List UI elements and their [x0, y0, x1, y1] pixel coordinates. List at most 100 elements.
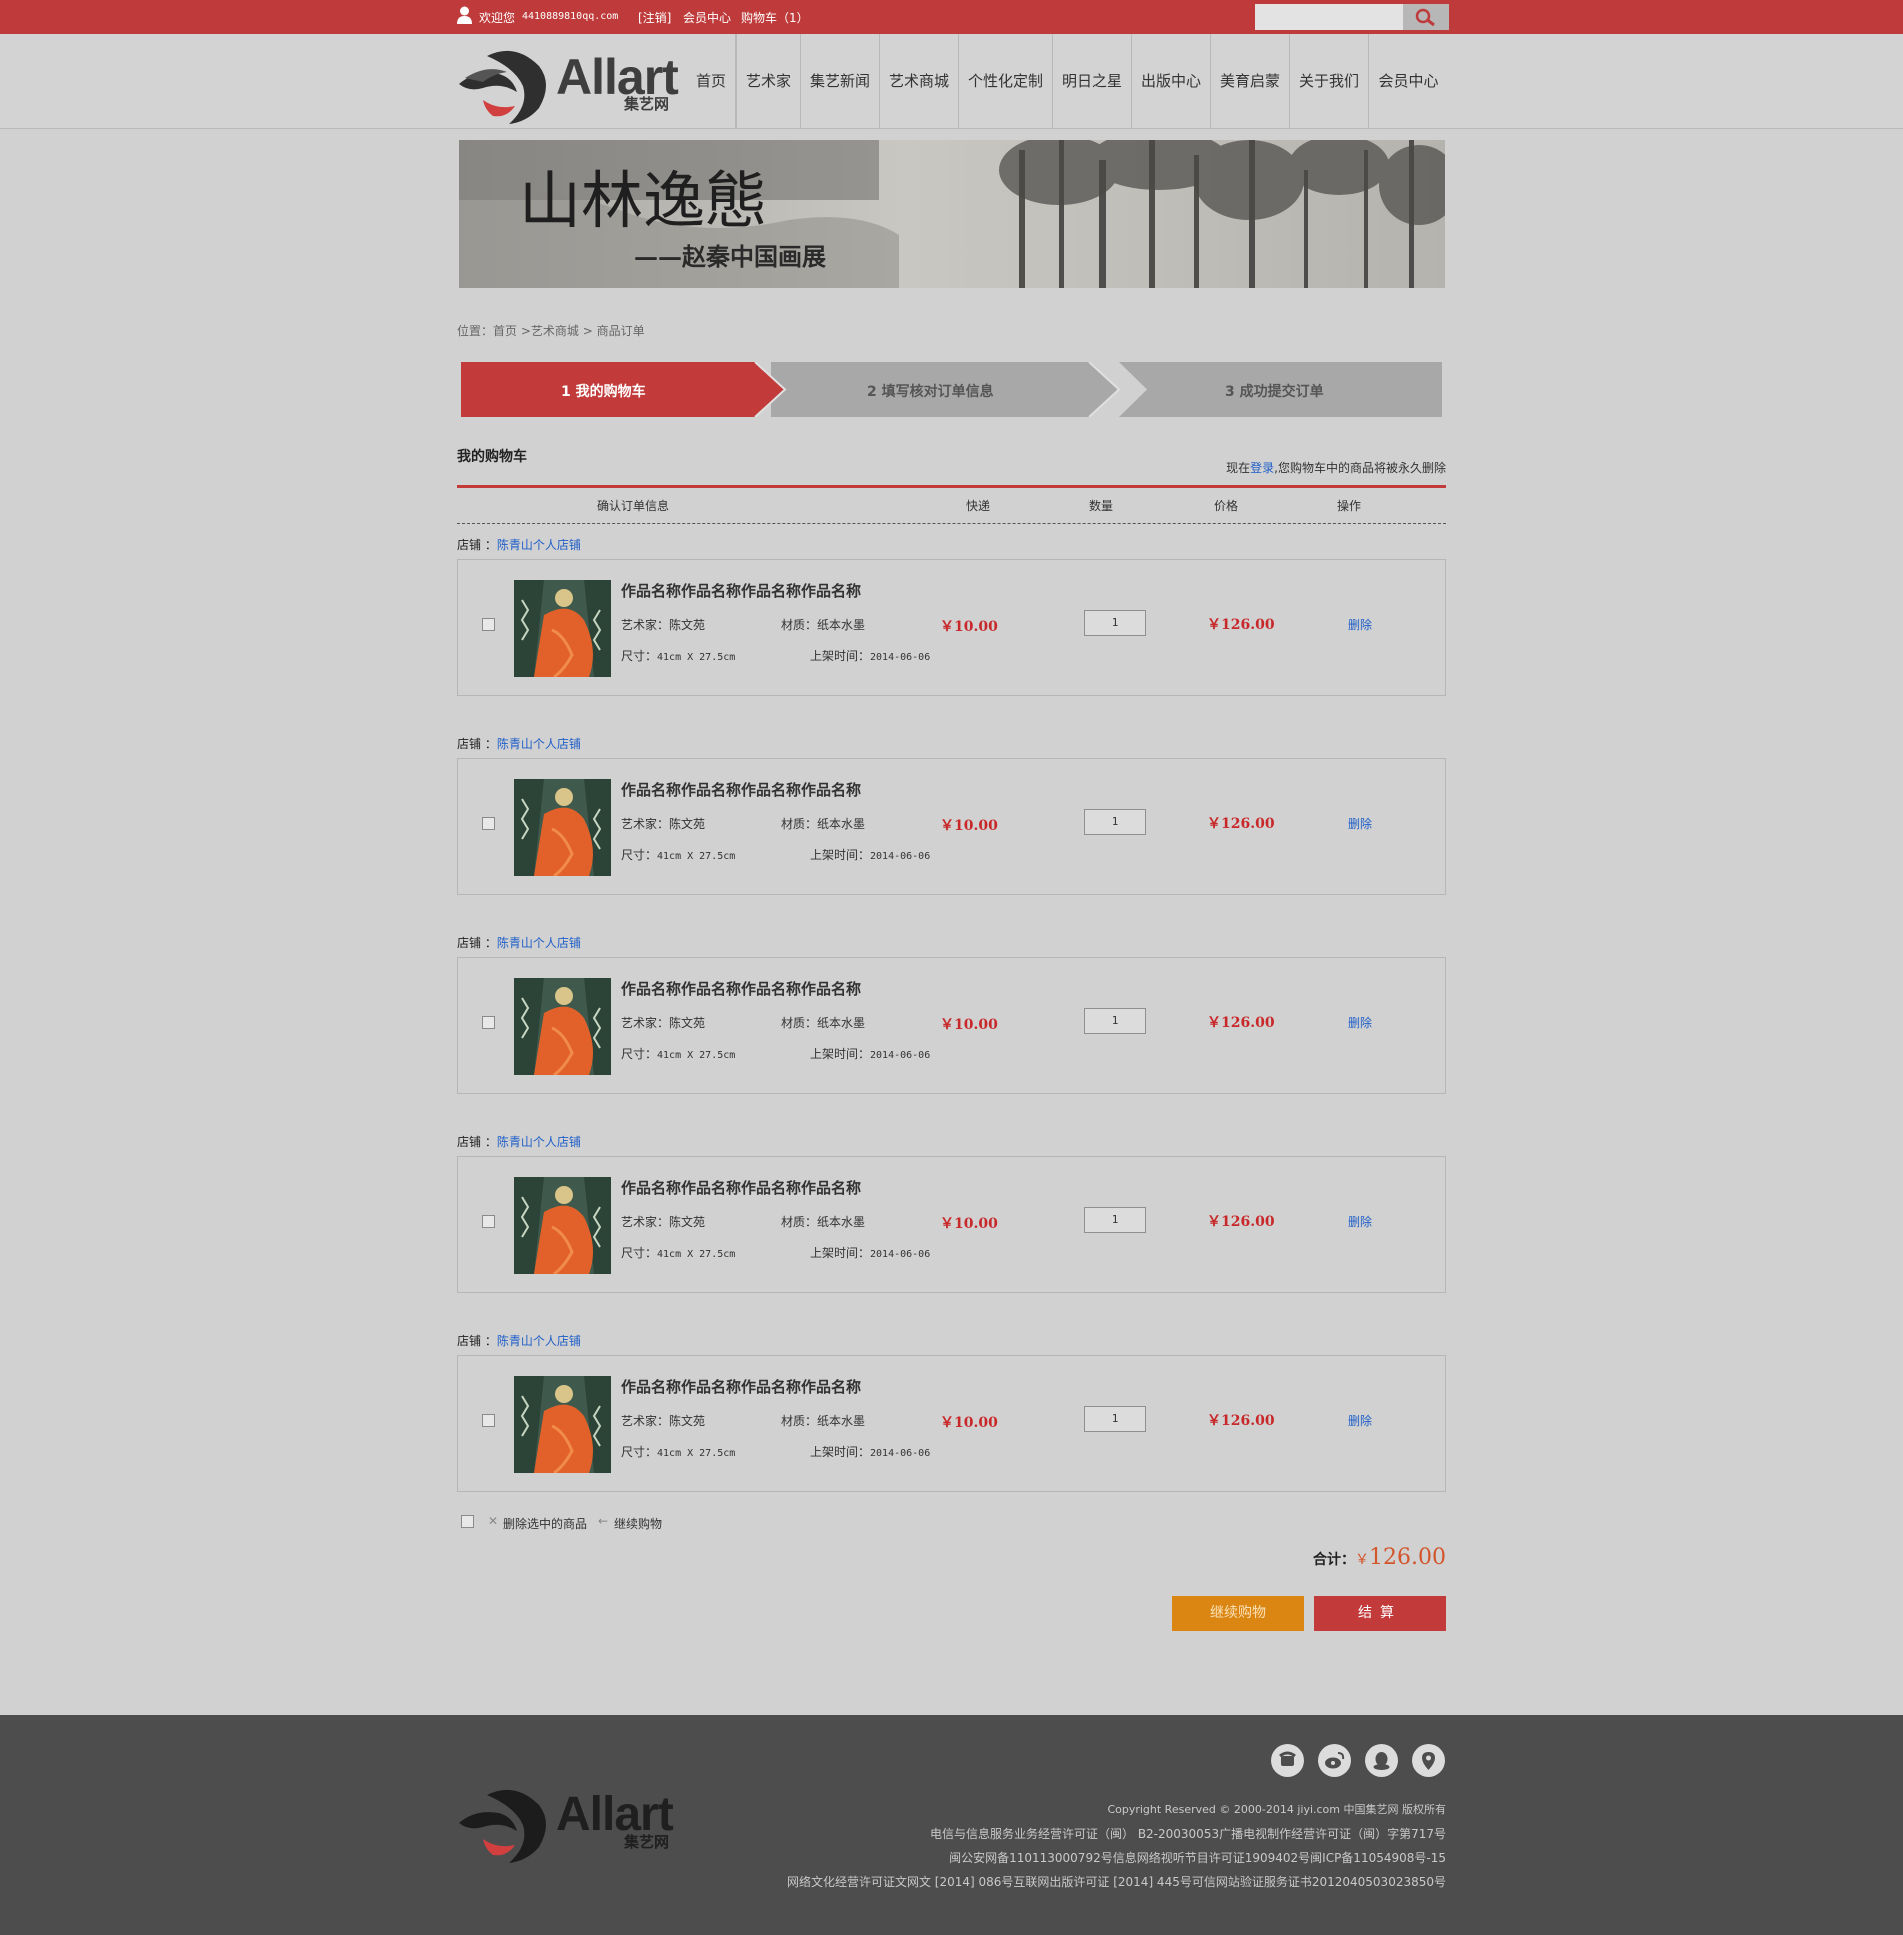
- nav-news[interactable]: 集艺新闻: [801, 34, 880, 128]
- shipping-fee: ￥10.00: [940, 619, 998, 635]
- item-checkbox[interactable]: [482, 1016, 495, 1029]
- breadcrumb-sep: >: [520, 324, 531, 338]
- item-size: 尺寸：41cm X 27.5cm: [621, 647, 735, 664]
- item-checkbox[interactable]: [482, 1414, 495, 1427]
- nav-artists[interactable]: 艺术家: [737, 34, 801, 128]
- member-center-link[interactable]: 会员中心: [683, 9, 731, 26]
- logout-link[interactable]: [注销]: [638, 9, 671, 26]
- item-date: 上架时间：2014-06-06: [810, 1443, 930, 1460]
- item-date: 上架时间：2014-06-06: [810, 846, 930, 863]
- store-link[interactable]: 陈青山个人店铺: [497, 737, 581, 751]
- site-header: Allart 集艺网 首页 艺术家 集艺新闻 艺术商城 个性化定制 明日之星 出…: [0, 34, 1903, 129]
- search-input[interactable]: [1255, 4, 1403, 30]
- nav-mall[interactable]: 艺术商城: [880, 34, 959, 128]
- breadcrumb-home[interactable]: 首页: [493, 324, 517, 338]
- nav-about[interactable]: 关于我们: [1290, 34, 1369, 128]
- store-prefix: 店铺 ：: [457, 1135, 497, 1149]
- nav-stars[interactable]: 明日之星: [1053, 34, 1132, 128]
- quantity-input[interactable]: 1: [1084, 809, 1146, 835]
- item-title[interactable]: 作品名称作品名称作品名称作品名称: [621, 978, 861, 999]
- qq-icon[interactable]: [1365, 1744, 1398, 1777]
- phone-icon[interactable]: [1271, 1744, 1304, 1777]
- store-label: 店铺 ：陈青山个人店铺: [457, 1133, 581, 1150]
- material-label: 材质：: [781, 817, 818, 831]
- item-title[interactable]: 作品名称作品名称作品名称作品名称: [621, 779, 861, 800]
- col-quantity: 数量: [1089, 499, 1114, 513]
- item-checkbox[interactable]: [482, 618, 495, 631]
- store-label: 店铺 ：陈青山个人店铺: [457, 536, 581, 553]
- delete-link[interactable]: 删除: [1348, 1412, 1372, 1429]
- nav-custom[interactable]: 个性化定制: [959, 34, 1053, 128]
- size-label: 尺寸：: [621, 1246, 658, 1260]
- nav-art-education[interactable]: 美育启蒙: [1211, 34, 1290, 128]
- artist-label: 艺术家：: [621, 1215, 670, 1229]
- quantity-input[interactable]: 1: [1084, 1406, 1146, 1432]
- material-label: 材质：: [781, 1016, 818, 1030]
- material-label: 材质：: [781, 1414, 818, 1428]
- checkout-button[interactable]: 结算: [1314, 1596, 1446, 1631]
- search-button[interactable]: [1403, 4, 1449, 30]
- size-label: 尺寸：: [621, 1445, 658, 1459]
- artist-label: 艺术家：: [621, 817, 670, 831]
- store-link[interactable]: 陈青山个人店铺: [497, 936, 581, 950]
- nav-publishing[interactable]: 出版中心: [1132, 34, 1211, 128]
- size-label: 尺寸：: [621, 848, 658, 862]
- delete-selected-link[interactable]: 删除选中的商品: [503, 1515, 587, 1532]
- cart-link[interactable]: 购物车（1）: [741, 9, 809, 26]
- shipping-fee: ￥10.00: [940, 1017, 998, 1033]
- col-price: 价格: [1214, 499, 1239, 513]
- quantity-input[interactable]: 1: [1084, 1008, 1146, 1034]
- divider: [457, 485, 1446, 488]
- nav-home[interactable]: 首页: [686, 34, 736, 128]
- quantity-input[interactable]: 1: [1084, 1207, 1146, 1233]
- store-link[interactable]: 陈青山个人店铺: [497, 538, 581, 552]
- main-nav: 首页 艺术家 集艺新闻 艺术商城 个性化定制 明日之星 出版中心 美育启蒙 关于…: [686, 34, 1448, 128]
- item-material: 材质：纸本水墨: [781, 616, 865, 633]
- date-label: 上架时间：: [810, 1047, 871, 1061]
- item-material: 材质：纸本水墨: [781, 1412, 865, 1429]
- material-label: 材质：: [781, 1215, 818, 1229]
- artwork-thumbnail[interactable]: [514, 1177, 611, 1274]
- item-artist: 艺术家：陈文苑: [621, 815, 705, 832]
- delete-link[interactable]: 删除: [1348, 616, 1372, 633]
- artwork-thumbnail[interactable]: [514, 1376, 611, 1473]
- continue-shopping-button[interactable]: 继续购物: [1172, 1596, 1304, 1631]
- continue-shopping-link[interactable]: 继续购物: [614, 1515, 662, 1532]
- exhibition-banner[interactable]: 山林逸態 ——赵秦中国画展: [459, 140, 1445, 288]
- select-all-checkbox[interactable]: [461, 1515, 474, 1528]
- item-title[interactable]: 作品名称作品名称作品名称作品名称: [621, 1177, 861, 1198]
- item-checkbox[interactable]: [482, 817, 495, 830]
- item-title[interactable]: 作品名称作品名称作品名称作品名称: [621, 1376, 861, 1397]
- material-value: 纸本水墨: [817, 1016, 866, 1030]
- store-link[interactable]: 陈青山个人店铺: [497, 1135, 581, 1149]
- login-link[interactable]: 登录: [1250, 461, 1274, 475]
- arrow-left-icon: ←: [598, 1514, 609, 1528]
- size-value: 41cm X 27.5cm: [657, 1448, 736, 1459]
- artwork-thumbnail[interactable]: [514, 779, 611, 876]
- cart-item: 作品名称作品名称作品名称作品名称 艺术家：陈文苑 材质：纸本水墨 尺寸：41cm X …: [457, 1156, 1446, 1293]
- weibo-icon[interactable]: [1318, 1744, 1351, 1777]
- copyright-line: Copyright Reserved © 2000-2014 jiyi.com …: [1107, 1803, 1446, 1816]
- item-title[interactable]: 作品名称作品名称作品名称作品名称: [621, 580, 861, 601]
- item-price: ￥126.00: [1207, 1015, 1275, 1031]
- breadcrumb-mall[interactable]: 艺术商城: [531, 324, 579, 338]
- nav-member-center[interactable]: 会员中心: [1369, 34, 1448, 128]
- store-link[interactable]: 陈青山个人店铺: [497, 1334, 581, 1348]
- artwork-thumbnail[interactable]: [514, 978, 611, 1075]
- checkout-steps: 1 我的购物车 2 填写核对订单信息 3 成功提交订单: [461, 362, 1442, 417]
- total-label: 合计：: [1313, 1552, 1356, 1568]
- item-checkbox[interactable]: [482, 1215, 495, 1228]
- artist-label: 艺术家：: [621, 618, 670, 632]
- delete-link[interactable]: 删除: [1348, 815, 1372, 832]
- shipping-fee: ￥10.00: [940, 818, 998, 834]
- item-price: ￥126.00: [1207, 1413, 1275, 1429]
- delete-link[interactable]: 删除: [1348, 1014, 1372, 1031]
- user-email: 4410889810qq.com: [522, 11, 619, 22]
- size-label: 尺寸：: [621, 1047, 658, 1061]
- quantity-input[interactable]: 1: [1084, 610, 1146, 636]
- delete-link[interactable]: 删除: [1348, 1213, 1372, 1230]
- location-icon[interactable]: [1412, 1744, 1445, 1777]
- artwork-thumbnail[interactable]: [514, 580, 611, 677]
- store-prefix: 店铺 ：: [457, 538, 497, 552]
- artist-value: 陈文苑: [669, 618, 706, 632]
